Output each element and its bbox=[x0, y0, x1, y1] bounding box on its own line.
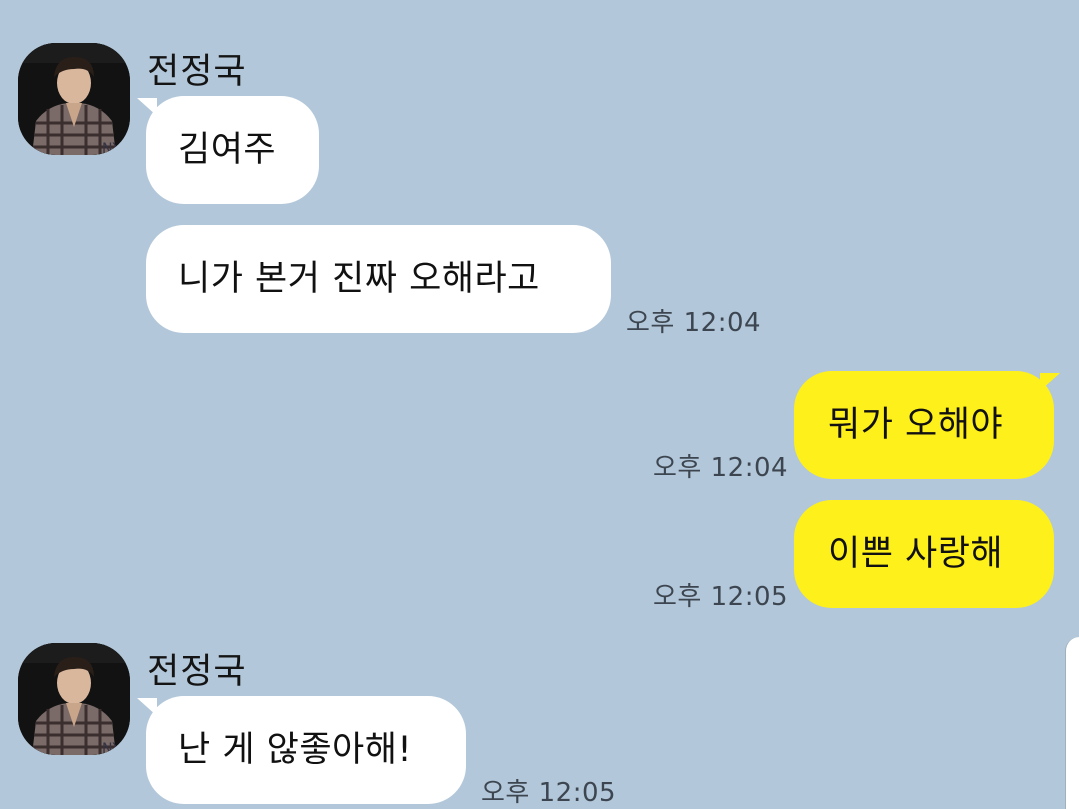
message-timestamp: 오후 12:04 bbox=[653, 453, 789, 483]
scroll-indicator[interactable] bbox=[1065, 637, 1079, 809]
sender-avatar[interactable]: NY bbox=[18, 643, 130, 755]
sender-name: 전정국 bbox=[147, 652, 247, 692]
profile-photo-icon: NY bbox=[18, 643, 130, 755]
svg-text:NY: NY bbox=[102, 741, 121, 755]
message-text: 니가 본거 진짜 오해라고 bbox=[178, 258, 540, 299]
message-timestamp: 오후 12:05 bbox=[481, 778, 617, 808]
chat-screen[interactable]: NY 전정국 김여주 니가 본거 진짜 오해라고 오후 12:04 뭐가 오해야… bbox=[0, 0, 1079, 809]
message-text: 뭐가 오해야 bbox=[828, 404, 1004, 445]
message-bubble[interactable]: 이쁜 사랑해 bbox=[794, 500, 1054, 608]
message-bubble[interactable]: 김여주 bbox=[146, 96, 319, 204]
message-timestamp: 오후 12:05 bbox=[653, 582, 789, 612]
message-text: 난 게 않좋아해! bbox=[178, 729, 412, 770]
message-bubble[interactable]: 뭐가 오해야 bbox=[794, 371, 1054, 479]
svg-text:NY: NY bbox=[102, 141, 121, 155]
sender-name: 전정국 bbox=[147, 52, 247, 92]
message-text: 김여주 bbox=[178, 129, 277, 170]
message-bubble[interactable]: 니가 본거 진짜 오해라고 bbox=[146, 225, 611, 333]
message-bubble[interactable]: 난 게 않좋아해! bbox=[146, 696, 466, 804]
message-timestamp: 오후 12:04 bbox=[626, 308, 762, 338]
sender-avatar[interactable]: NY bbox=[18, 43, 130, 155]
profile-photo-icon: NY bbox=[18, 43, 130, 155]
message-text: 이쁜 사랑해 bbox=[828, 533, 1004, 574]
